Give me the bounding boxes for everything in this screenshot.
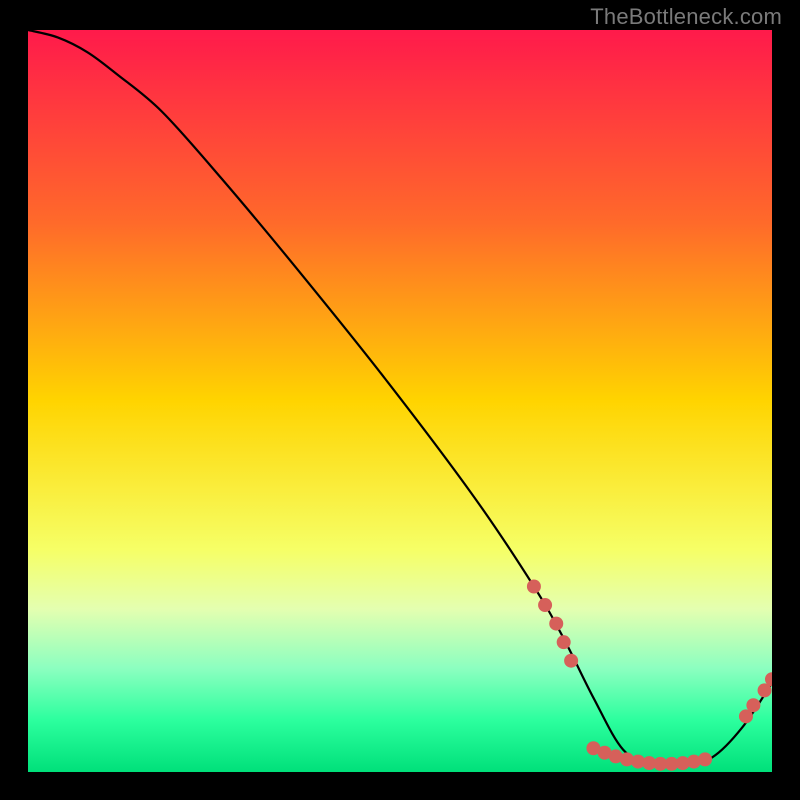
data-marker bbox=[564, 654, 578, 668]
data-marker bbox=[538, 598, 552, 612]
watermark-text: TheBottleneck.com bbox=[590, 4, 782, 30]
chart-svg bbox=[28, 30, 772, 772]
plot-area bbox=[28, 30, 772, 772]
data-marker bbox=[698, 752, 712, 766]
data-marker bbox=[549, 617, 563, 631]
chart-frame: TheBottleneck.com bbox=[0, 0, 800, 800]
data-marker bbox=[527, 580, 541, 594]
data-marker bbox=[746, 698, 760, 712]
data-marker bbox=[557, 635, 571, 649]
gradient-background bbox=[28, 30, 772, 772]
